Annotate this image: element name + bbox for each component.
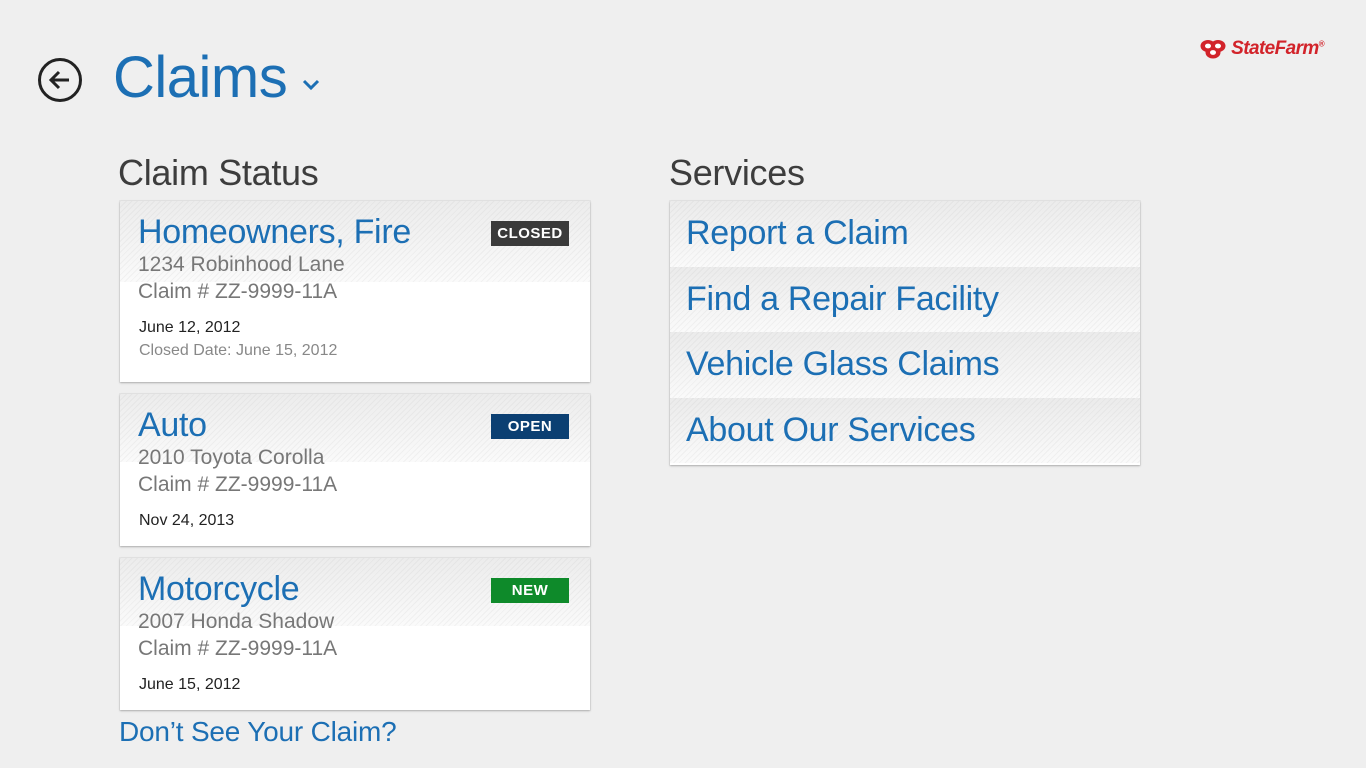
service-label: About Our Services [686,410,976,449]
claim-card-homeowners[interactable]: Homeowners, Fire CLOSED 1234 Robinhood L… [120,201,590,382]
logo-text: StateFarm® [1231,38,1324,59]
back-button[interactable] [38,58,82,102]
claim-title: Auto [138,406,207,444]
claim-card-motorcycle[interactable]: Motorcycle NEW 2007 Honda Shadow Claim #… [120,558,590,710]
back-arrow-icon [48,70,69,90]
claim-title: Homeowners, Fire [138,213,411,251]
service-about-our-services[interactable]: About Our Services [670,397,1140,463]
status-badge-open: OPEN [491,414,569,439]
status-badge-closed: CLOSED [491,221,569,246]
service-vehicle-glass-claims[interactable]: Vehicle Glass Claims [670,332,1140,398]
page-title: Claims [113,45,288,110]
services-heading: Services [669,152,805,193]
service-label: Vehicle Glass Claims [686,345,1000,384]
chevron-down-icon [303,79,320,90]
claim-number: Claim # ZZ-9999-11A [138,637,338,660]
service-report-claim[interactable]: Report a Claim [670,201,1140,267]
page-title-dropdown[interactable]: Claims [113,44,321,111]
service-label: Report a Claim [686,214,909,253]
claim-title: Motorcycle [138,570,300,608]
claim-status-heading: Claim Status [118,152,319,193]
service-find-repair-facility[interactable]: Find a Repair Facility [670,266,1140,332]
claim-vehicle: 2010 Toyota Corolla [138,446,325,469]
service-label: Find a Repair Facility [686,279,999,318]
claim-number: Claim # ZZ-9999-11A [138,280,338,303]
claim-date: June 12, 2012 [139,319,241,336]
status-badge-new: NEW [491,578,569,603]
dont-see-claim-link[interactable]: Don’t See Your Claim? [119,716,397,748]
claim-address: 1234 Robinhood Lane [138,253,345,276]
claim-date: Nov 24, 2013 [139,512,235,529]
claim-number: Claim # ZZ-9999-11A [138,473,338,496]
state-farm-ovals-icon [1200,40,1226,59]
claims-page: Claims StateFarm® Claim Status Homeowner… [0,0,1366,768]
state-farm-logo: StateFarm® [1198,38,1325,60]
claim-card-auto[interactable]: Auto OPEN 2010 Toyota Corolla Claim # ZZ… [120,394,590,546]
claim-date: June 15, 2012 [139,676,241,693]
services-list: Report a Claim Find a Repair Facility Ve… [670,201,1140,465]
claim-closed-date: Closed Date: June 15, 2012 [139,342,338,359]
claim-vehicle: 2007 Honda Shadow [138,610,335,633]
